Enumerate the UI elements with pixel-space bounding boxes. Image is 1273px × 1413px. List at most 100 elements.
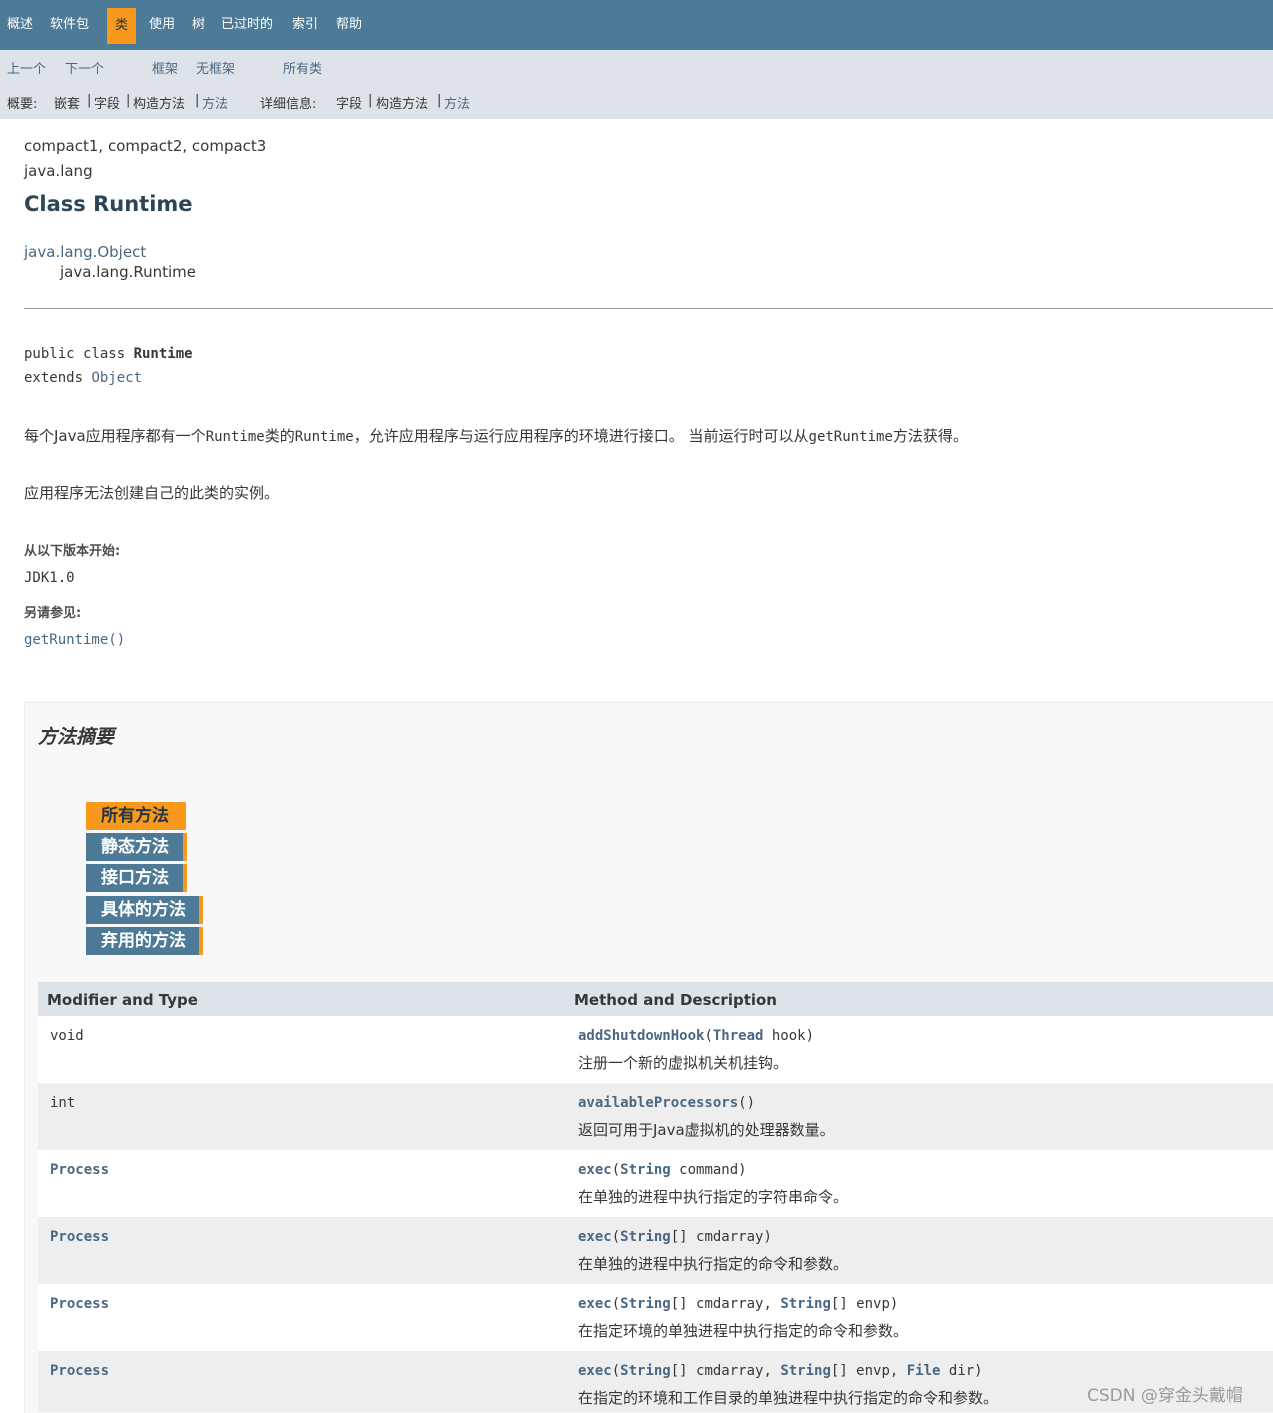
table-row: Process exec(String[] cmdarray, String[]… <box>38 1284 1273 1351</box>
nav-package[interactable]: 软件包 <box>50 0 89 50</box>
method-name-link[interactable]: availableProcessors <box>578 1095 738 1111</box>
prev-class-link[interactable]: 上一个 <box>7 58 46 77</box>
param-rest: dir) <box>940 1363 983 1379</box>
nav-tree[interactable]: 树 <box>192 0 205 50</box>
tab-deprecated-methods[interactable]: 弃用的方法 <box>86 927 203 955</box>
summary-nested: 嵌套 <box>54 97 81 112</box>
package-label: java.lang <box>24 162 93 180</box>
paren: () <box>738 1095 756 1111</box>
return-type-link[interactable]: Process <box>50 1296 109 1312</box>
param-type-link[interactable]: String <box>780 1363 831 1379</box>
table-row: void addShutdownHook(Thread hook) 注册一个新的… <box>38 1016 1273 1083</box>
class-extends: extends Object <box>24 370 142 386</box>
tab-tail <box>182 802 186 830</box>
col-method-description: Method and Description <box>574 991 777 1009</box>
tab-label: 弃用的方法 <box>101 931 186 951</box>
desc-code: Runtime <box>294 429 354 445</box>
param-type-link[interactable]: String <box>620 1363 671 1379</box>
top-nav-bar: 概述 软件包 类 使用 树 已过时的 索引 帮助 <box>0 0 1273 50</box>
nav-class: 类 <box>107 8 137 44</box>
param-type-link[interactable]: String <box>780 1296 831 1312</box>
summary-label: 概要: <box>7 97 38 112</box>
next-class-link[interactable]: 下一个 <box>65 58 104 77</box>
tab-label: 接口方法 <box>101 868 169 888</box>
inheritance-parent-link[interactable]: java.lang.Object <box>24 243 146 261</box>
tab-tail <box>183 833 187 861</box>
nav-overview[interactable]: 概述 <box>7 0 33 50</box>
desc-text: ，允许应用程序与运行应用程序的环境进行接口。 当前运行时可以从 <box>353 427 809 445</box>
param-rest: [] envp, <box>830 1363 907 1379</box>
return-type: void <box>50 1028 84 1044</box>
sub-nav-bar: 上一个 下一个 框架 无框架 所有类 概要: 嵌套 | 字段 | 构造方法 | … <box>0 50 1273 119</box>
detail-constructor: 构造方法 <box>376 97 429 112</box>
tab-label: 具体的方法 <box>101 900 186 920</box>
tab-tail <box>199 927 203 955</box>
since-label: 从以下版本开始: <box>24 544 121 559</box>
nav-help[interactable]: 帮助 <box>336 0 362 50</box>
col-modifier-type: Modifier and Type <box>47 991 198 1009</box>
tab-interface-methods[interactable]: 接口方法 <box>86 864 187 892</box>
method-name-link[interactable]: exec <box>578 1229 612 1245</box>
method-signature: exec(String[] cmdarray, String[] envp) <box>578 1296 898 1312</box>
tab-label: 所有方法 <box>101 806 169 826</box>
nav-use[interactable]: 使用 <box>149 0 175 50</box>
profiles-label: compact1, compact2, compact3 <box>24 137 267 155</box>
table-row: Process exec(String command) 在单独的进程中执行指定… <box>38 1150 1273 1217</box>
extends-object-link[interactable]: Object <box>91 370 142 386</box>
param-type-link[interactable]: String <box>620 1296 671 1312</box>
param-type-link[interactable]: Thread <box>713 1028 764 1044</box>
paren: ( <box>611 1229 621 1245</box>
desc-text: 每个Java应用程序都有一个 <box>24 427 206 445</box>
tab-tail <box>199 896 203 924</box>
desc-text: 方法获得。 <box>892 427 968 445</box>
separator: | <box>87 93 92 108</box>
divider <box>24 308 1273 309</box>
extends-keyword: extends <box>24 370 92 386</box>
summary-method-link[interactable]: 方法 <box>202 93 228 112</box>
tab-tail <box>183 864 187 892</box>
method-name-link[interactable]: exec <box>578 1363 612 1379</box>
return-type-link[interactable]: Process <box>50 1363 109 1379</box>
paren: ( <box>611 1363 621 1379</box>
method-name-link[interactable]: exec <box>578 1296 612 1312</box>
tab-static-methods[interactable]: 静态方法 <box>86 833 187 861</box>
all-classes-link[interactable]: 所有类 <box>283 58 322 77</box>
separator: | <box>126 93 131 108</box>
paren: ( <box>704 1028 713 1044</box>
see-also-link[interactable]: getRuntime() <box>24 632 125 648</box>
summary-constructor: 构造方法 <box>133 97 186 112</box>
tab-all-methods[interactable]: 所有方法 <box>86 802 186 830</box>
class-signature: public class Runtime <box>24 346 193 362</box>
tab-concrete-methods[interactable]: 具体的方法 <box>86 896 203 924</box>
method-name-link[interactable]: addShutdownHook <box>578 1028 704 1044</box>
frames-link[interactable]: 框架 <box>152 58 178 77</box>
param-type-link[interactable]: String <box>620 1229 671 1245</box>
detail-method-link[interactable]: 方法 <box>444 93 470 112</box>
param-rest: [] cmdarray, <box>670 1296 781 1312</box>
tab-label: 静态方法 <box>101 837 169 857</box>
return-type-link[interactable]: Process <box>50 1229 109 1245</box>
param-type-link[interactable]: File <box>907 1363 941 1379</box>
page-title: Class Runtime <box>24 192 193 216</box>
method-description: 在单独的进程中执行指定的字符串命令。 <box>578 1188 849 1206</box>
param-rest: [] cmdarray) <box>670 1229 772 1245</box>
nav-index[interactable]: 索引 <box>292 0 318 50</box>
method-name-link[interactable]: exec <box>578 1162 612 1178</box>
no-frames-link[interactable]: 无框架 <box>196 58 235 77</box>
see-also-label: 另请参见: <box>24 606 82 621</box>
method-signature: exec(String command) <box>578 1162 747 1178</box>
summary-field: 字段 <box>94 97 121 112</box>
method-signature: exec(String[] cmdarray) <box>578 1229 772 1245</box>
method-description: 返回可用于Java虚拟机的处理器数量。 <box>578 1121 835 1139</box>
table-row: Process exec(String[] cmdarray) 在单独的进程中执… <box>38 1217 1273 1284</box>
nav-deprecated[interactable]: 已过时的 <box>221 0 273 50</box>
return-type-link[interactable]: Process <box>50 1162 109 1178</box>
separator: | <box>437 93 442 108</box>
method-signature: availableProcessors() <box>578 1095 755 1111</box>
method-description: 在指定环境的单独进程中执行指定的命令和参数。 <box>578 1322 909 1340</box>
separator: | <box>368 93 373 108</box>
class-description-p2: 应用程序无法创建自己的此类的实例。 <box>24 484 280 502</box>
desc-code: getRuntime <box>808 429 893 445</box>
param-type-link[interactable]: String <box>620 1162 671 1178</box>
param-rest: [] envp) <box>830 1296 899 1312</box>
